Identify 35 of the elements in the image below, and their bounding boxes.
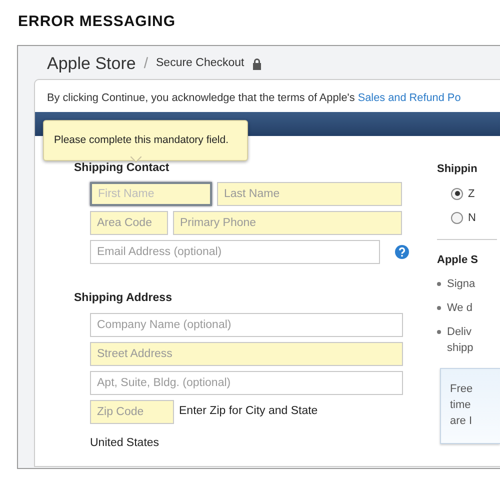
help-icon[interactable] (395, 245, 409, 260)
terms-text: By clicking Continue, you acknowledge that the terms of Apple's Sales and Refund Po (46, 91, 462, 106)
section-heading: Apple S (437, 252, 478, 268)
input-field[interactable]: Company Name (optional) (90, 312, 403, 336)
breadcrumb-separator: / (144, 54, 148, 74)
policy-link[interactable]: Sales and Refund Po (358, 92, 461, 104)
input-field[interactable]: Zip Code (90, 400, 174, 424)
zip-hint: Enter Zip for City and State (179, 404, 318, 419)
page-subtitle: Secure Checkout (156, 56, 244, 72)
input-field[interactable]: Last Name (217, 182, 402, 206)
input-field[interactable]: First Name (90, 182, 212, 206)
radio-button[interactable] (451, 212, 463, 224)
input-field[interactable]: Area Code (90, 211, 168, 236)
section-heading: Shippin (437, 162, 478, 177)
bullet-text: Deliv shipp (447, 325, 474, 356)
country-label: United States (90, 436, 160, 450)
section-heading: Shipping Address (74, 291, 172, 306)
option-label: Z (468, 186, 475, 202)
bullet-icon (437, 330, 441, 334)
radio-button[interactable] (451, 188, 463, 200)
info-note: Free time are I (440, 368, 500, 444)
input-field[interactable]: Street Address (90, 342, 403, 366)
lock-icon (252, 58, 262, 70)
bullet-icon (437, 282, 441, 286)
page-title: ERROR MESSAGING (18, 12, 177, 32)
option-label: N (468, 211, 476, 226)
bullet-text: We d (447, 301, 472, 316)
section-heading: Shipping Contact (74, 161, 170, 176)
bullet-icon (437, 306, 441, 310)
input-field[interactable]: Email Address (optional) (90, 240, 380, 264)
input-field[interactable]: Primary Phone (173, 211, 402, 236)
store-title: Apple Store (47, 53, 136, 76)
error-tooltip: Please complete this mandatory field. (43, 120, 248, 161)
input-field[interactable]: Apt, Suite, Bldg. (optional) (90, 370, 403, 394)
bullet-text: Signa (447, 277, 476, 292)
